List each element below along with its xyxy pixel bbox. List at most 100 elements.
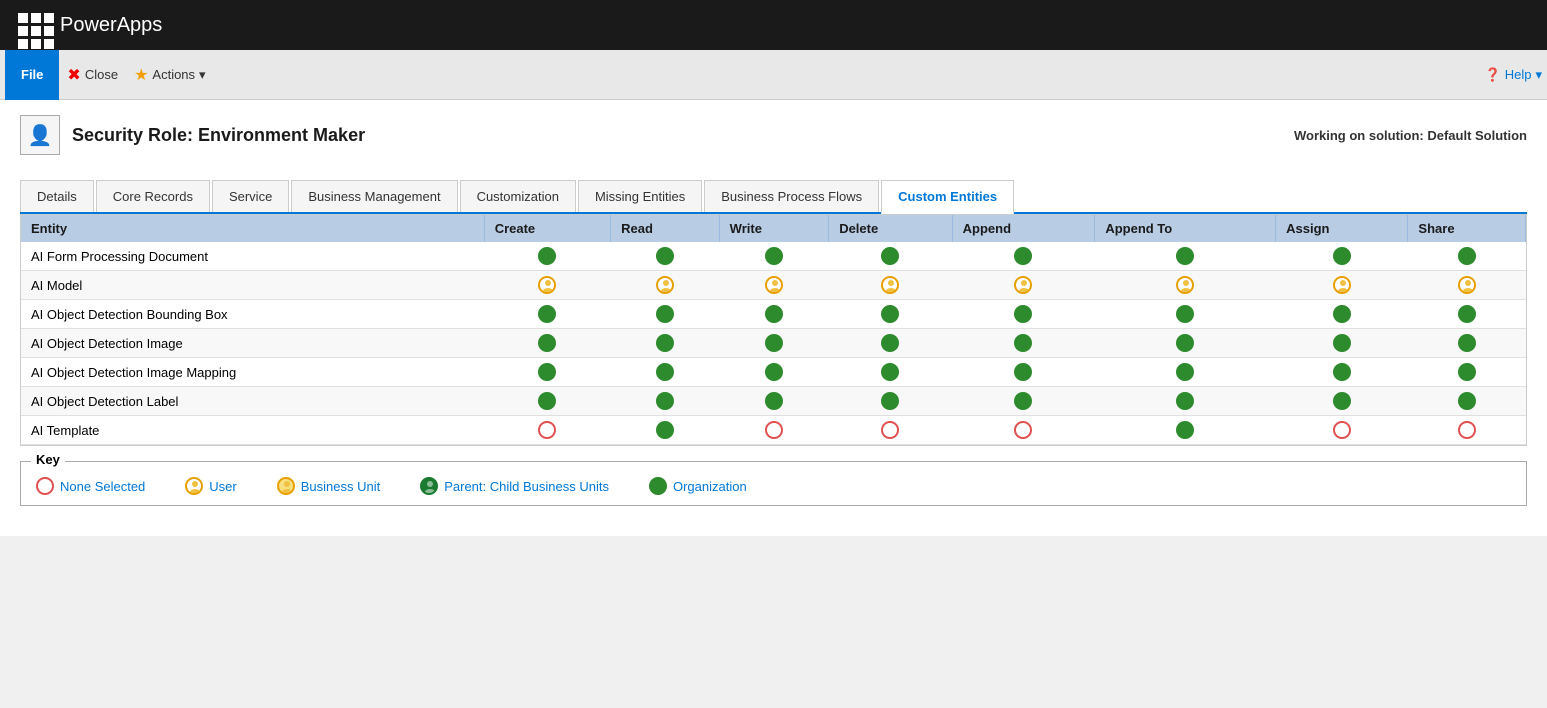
permission-circle[interactable] xyxy=(656,305,674,323)
tab-missing-entities[interactable]: Missing Entities xyxy=(578,180,702,212)
share-cell[interactable] xyxy=(1408,416,1526,445)
append-to-cell[interactable] xyxy=(1095,358,1276,387)
permission-circle[interactable] xyxy=(1014,247,1032,265)
close-button[interactable]: ✖ Close xyxy=(59,61,126,89)
permission-circle[interactable] xyxy=(765,363,783,381)
append-cell[interactable] xyxy=(952,300,1095,329)
permission-circle[interactable] xyxy=(1458,421,1476,439)
write-cell[interactable] xyxy=(719,387,829,416)
append-cell[interactable] xyxy=(952,242,1095,271)
share-cell[interactable] xyxy=(1408,329,1526,358)
help-button[interactable]: ❓ Help ▾ xyxy=(1485,67,1542,83)
permission-circle[interactable] xyxy=(765,392,783,410)
permission-circle[interactable] xyxy=(1458,276,1476,294)
delete-cell[interactable] xyxy=(829,242,952,271)
permission-circle[interactable] xyxy=(538,305,556,323)
assign-cell[interactable] xyxy=(1276,358,1408,387)
permission-circle[interactable] xyxy=(656,363,674,381)
permission-circle[interactable] xyxy=(1014,421,1032,439)
delete-cell[interactable] xyxy=(829,300,952,329)
write-cell[interactable] xyxy=(719,416,829,445)
permission-circle[interactable] xyxy=(765,247,783,265)
read-cell[interactable] xyxy=(611,242,720,271)
permission-circle[interactable] xyxy=(1333,392,1351,410)
actions-button[interactable]: ★ Actions ▾ xyxy=(126,61,214,89)
permission-circle[interactable] xyxy=(1333,247,1351,265)
tab-details[interactable]: Details xyxy=(20,180,94,212)
permission-circle[interactable] xyxy=(538,363,556,381)
tab-service[interactable]: Service xyxy=(212,180,289,212)
permission-circle[interactable] xyxy=(765,305,783,323)
write-cell[interactable] xyxy=(719,358,829,387)
grid-icon[interactable] xyxy=(10,5,50,45)
delete-cell[interactable] xyxy=(829,416,952,445)
append-cell[interactable] xyxy=(952,329,1095,358)
permission-circle[interactable] xyxy=(1014,363,1032,381)
create-cell[interactable] xyxy=(484,242,610,271)
permission-circle[interactable] xyxy=(1176,421,1194,439)
append-cell[interactable] xyxy=(952,271,1095,300)
read-cell[interactable] xyxy=(611,358,720,387)
permission-circle[interactable] xyxy=(656,421,674,439)
permission-circle[interactable] xyxy=(1014,305,1032,323)
permission-circle[interactable] xyxy=(1458,247,1476,265)
permission-circle[interactable] xyxy=(538,421,556,439)
permission-circle[interactable] xyxy=(656,334,674,352)
permission-circle[interactable] xyxy=(1333,334,1351,352)
assign-cell[interactable] xyxy=(1276,300,1408,329)
read-cell[interactable] xyxy=(611,300,720,329)
permission-circle[interactable] xyxy=(765,276,783,294)
permission-circle[interactable] xyxy=(656,247,674,265)
permission-circle[interactable] xyxy=(656,392,674,410)
permission-circle[interactable] xyxy=(538,334,556,352)
assign-cell[interactable] xyxy=(1276,271,1408,300)
tab-custom-entities[interactable]: Custom Entities xyxy=(881,180,1014,214)
permission-circle[interactable] xyxy=(765,334,783,352)
tab-core-records[interactable]: Core Records xyxy=(96,180,210,212)
permission-circle[interactable] xyxy=(538,392,556,410)
permission-circle[interactable] xyxy=(881,363,899,381)
assign-cell[interactable] xyxy=(1276,387,1408,416)
permission-circle[interactable] xyxy=(1176,247,1194,265)
permission-circle[interactable] xyxy=(881,247,899,265)
create-cell[interactable] xyxy=(484,416,610,445)
permission-circle[interactable] xyxy=(1458,363,1476,381)
permission-circle[interactable] xyxy=(1176,276,1194,294)
permission-circle[interactable] xyxy=(1176,334,1194,352)
permission-circle[interactable] xyxy=(538,276,556,294)
share-cell[interactable] xyxy=(1408,358,1526,387)
assign-cell[interactable] xyxy=(1276,416,1408,445)
read-cell[interactable] xyxy=(611,416,720,445)
delete-cell[interactable] xyxy=(829,358,952,387)
permission-circle[interactable] xyxy=(881,421,899,439)
read-cell[interactable] xyxy=(611,387,720,416)
permission-circle[interactable] xyxy=(656,276,674,294)
create-cell[interactable] xyxy=(484,300,610,329)
assign-cell[interactable] xyxy=(1276,242,1408,271)
create-cell[interactable] xyxy=(484,271,610,300)
create-cell[interactable] xyxy=(484,387,610,416)
permission-circle[interactable] xyxy=(1333,363,1351,381)
share-cell[interactable] xyxy=(1408,242,1526,271)
write-cell[interactable] xyxy=(719,242,829,271)
permission-circle[interactable] xyxy=(1176,305,1194,323)
append-to-cell[interactable] xyxy=(1095,387,1276,416)
append-cell[interactable] xyxy=(952,358,1095,387)
write-cell[interactable] xyxy=(719,329,829,358)
permission-circle[interactable] xyxy=(881,276,899,294)
permission-circle[interactable] xyxy=(1014,392,1032,410)
write-cell[interactable] xyxy=(719,300,829,329)
append-to-cell[interactable] xyxy=(1095,416,1276,445)
tab-business-management[interactable]: Business Management xyxy=(291,180,457,212)
create-cell[interactable] xyxy=(484,329,610,358)
write-cell[interactable] xyxy=(719,271,829,300)
tab-customization[interactable]: Customization xyxy=(460,180,576,212)
append-to-cell[interactable] xyxy=(1095,242,1276,271)
permission-circle[interactable] xyxy=(881,305,899,323)
share-cell[interactable] xyxy=(1408,271,1526,300)
permission-circle[interactable] xyxy=(881,392,899,410)
permission-circle[interactable] xyxy=(1014,276,1032,294)
append-cell[interactable] xyxy=(952,416,1095,445)
read-cell[interactable] xyxy=(611,271,720,300)
permission-circle[interactable] xyxy=(1176,392,1194,410)
